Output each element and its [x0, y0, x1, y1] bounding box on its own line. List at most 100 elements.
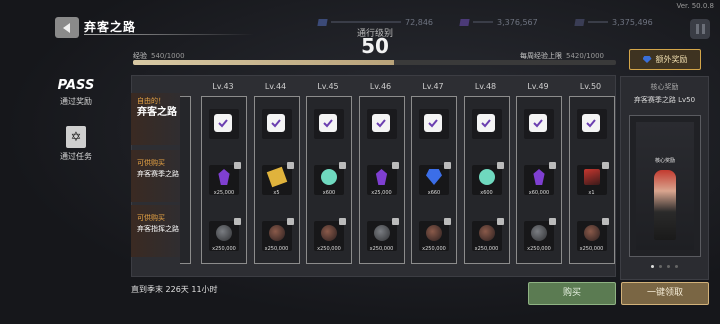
buy-button[interactable]: 购买: [528, 282, 616, 305]
claimed-check-icon: [214, 114, 232, 132]
free-reward-cell[interactable]: [209, 109, 239, 139]
free-reward-cell[interactable]: [366, 109, 397, 139]
level-header: Lv.47: [422, 82, 444, 91]
mint-orb-icon: [478, 169, 495, 185]
free-reward-cell[interactable]: [419, 109, 449, 139]
purple-gem-icon: [375, 169, 388, 185]
resource-2: 3,376,567: [459, 17, 560, 27]
free-reward-cell[interactable]: [524, 109, 554, 139]
command-reward-cell[interactable]: x250,000: [209, 218, 241, 252]
season-reward-cell[interactable]: x600: [471, 162, 504, 196]
lock-icon: [444, 218, 451, 225]
claim-all-button[interactable]: 一键领取: [621, 282, 709, 305]
partial-column: [180, 96, 191, 264]
level-column: x1 x250,000: [568, 96, 615, 264]
reward-quantity: x250,000: [317, 246, 341, 252]
purple-gem-icon: [218, 169, 230, 185]
level-column: x25,000 x250,000: [201, 96, 247, 264]
row-label-free: 自由的！ 弃客之路: [137, 97, 177, 118]
claimed-check-icon: [476, 114, 495, 132]
hero-preview-frame: 核心奖励: [629, 115, 701, 257]
command-reward-cell[interactable]: x250,000: [314, 218, 346, 252]
command-reward-cell[interactable]: x250,000: [366, 218, 399, 252]
core-reward-preview[interactable]: 核心奖励 弃客赛季之路 Lv50 核心奖励: [620, 76, 709, 280]
row-label-command: 可供购买 弃客指挥之路: [137, 214, 179, 233]
command-reward-cell[interactable]: x250,000: [261, 218, 294, 252]
season-reward-cell[interactable]: x60,000: [524, 162, 556, 196]
claimed-check-icon: [529, 114, 547, 132]
nav-pass-rewards[interactable]: PASS 通过奖励: [51, 78, 101, 107]
lock-icon: [601, 162, 609, 169]
claimed-check-icon: [581, 114, 600, 132]
lock-icon: [286, 162, 294, 169]
extra-reward-button[interactable]: 额外奖励: [629, 49, 701, 70]
reward-quantity: x250,000: [369, 246, 394, 252]
lock-icon: [286, 218, 294, 225]
exp-progress-fill: [133, 60, 394, 65]
lock-icon: [444, 162, 451, 169]
level-header: Lv.44: [264, 82, 287, 91]
bomb2-icon: [321, 225, 337, 241]
level-column: x60,000 x250,000: [516, 96, 562, 264]
level-column: x25,000 x250,000: [358, 96, 405, 264]
free-reward-cell[interactable]: [576, 109, 607, 139]
lock-icon: [234, 218, 241, 225]
ticket-icon: [266, 166, 287, 188]
season-reward-cell[interactable]: x600: [314, 162, 346, 196]
carousel-dots[interactable]: [621, 265, 708, 268]
reward-quantity: x600: [322, 190, 336, 196]
pause-button[interactable]: [690, 19, 710, 39]
lock-icon: [549, 162, 556, 169]
reward-quantity: x250,000: [527, 246, 551, 252]
reward-quantity: x1: [588, 190, 595, 196]
reward-quantity: x25,000: [213, 190, 235, 196]
bomb-icon: [373, 225, 390, 241]
command-reward-cell[interactable]: x250,000: [524, 218, 556, 252]
purple-gem-icon: [459, 18, 470, 26]
free-reward-cell[interactable]: [471, 109, 502, 139]
hero-character-image: [654, 170, 676, 240]
command-reward-cell[interactable]: x250,000: [419, 218, 451, 252]
command-reward-cell[interactable]: x250,000: [471, 218, 504, 252]
mint-orb-icon: [321, 169, 337, 185]
nav-pass-missions[interactable]: ✡ 通过任务: [51, 126, 101, 162]
command-reward-cell[interactable]: x250,000: [576, 218, 609, 252]
free-reward-cell[interactable]: [261, 109, 292, 139]
reward-quantity: x5: [273, 190, 280, 196]
reward-quantity: x250,000: [212, 246, 236, 252]
season-reward-cell[interactable]: x25,000: [209, 162, 241, 196]
level-header: Lv.48: [474, 82, 497, 91]
reward-quantity: x60,000: [528, 190, 550, 196]
pause-icon: [695, 24, 699, 34]
reward-quantity: x250,000: [264, 246, 289, 252]
season-reward-cell[interactable]: x5: [261, 162, 294, 196]
level-value: 50: [361, 34, 389, 58]
bomb2-icon: [268, 225, 285, 241]
claimed-check-icon: [266, 114, 285, 132]
back-arrow-icon: [63, 22, 70, 33]
season-reward-cell[interactable]: x1: [576, 162, 609, 196]
back-button[interactable]: [55, 17, 79, 38]
lock-icon: [549, 218, 556, 225]
season-reward-cell[interactable]: x25,000: [366, 162, 399, 196]
level-column: x5 x250,000: [253, 96, 300, 264]
diamond-icon: [642, 56, 652, 63]
bomb-icon: [531, 225, 547, 241]
blue-diamond-icon: [426, 169, 442, 185]
bomb2-icon: [478, 225, 495, 241]
reward-quantity: x250,000: [579, 246, 604, 252]
level-column: x600 x250,000: [306, 96, 352, 264]
lock-icon: [234, 162, 241, 169]
level-column: x660 x250,000: [411, 96, 457, 264]
page-title: 弃客之路: [84, 20, 137, 34]
reward-quantity: x660: [427, 190, 441, 196]
season-reward-cell[interactable]: x660: [419, 162, 451, 196]
pass-logo: PASS: [57, 78, 95, 93]
level-header: Lv.50: [579, 82, 602, 91]
lock-icon: [496, 218, 504, 225]
claimed-check-icon: [371, 114, 390, 132]
free-reward-cell[interactable]: [314, 109, 344, 139]
level-header: Lv.49: [527, 82, 549, 91]
lock-icon: [601, 218, 609, 225]
row-label-season: 可供购买 弃客赛季之路: [137, 159, 179, 178]
